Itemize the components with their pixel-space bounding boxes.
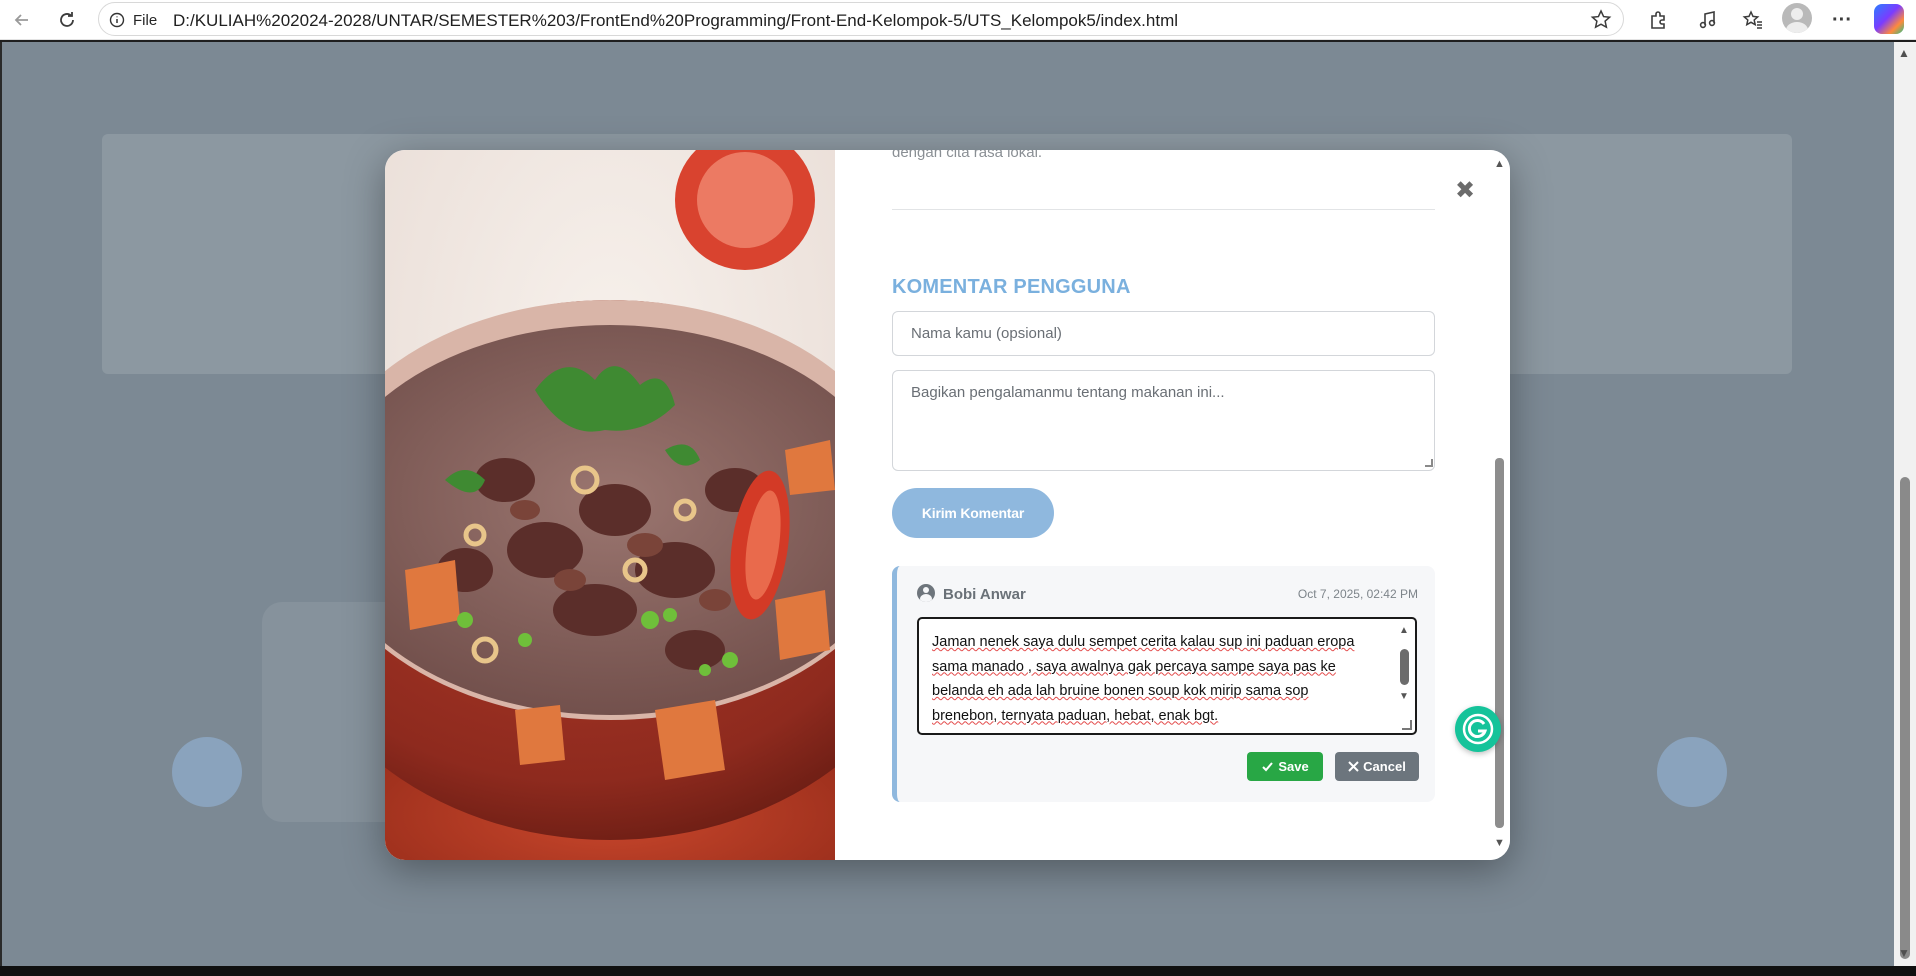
comment-card: Bobi Anwar Oct 7, 2025, 02:42 PM Jaman n… bbox=[892, 566, 1435, 802]
favorites-icon bbox=[1742, 10, 1762, 29]
x-icon bbox=[1348, 761, 1359, 772]
check-icon bbox=[1262, 762, 1274, 772]
info-icon bbox=[109, 12, 125, 28]
background-blob bbox=[172, 737, 242, 807]
grammarly-g-icon bbox=[1462, 713, 1494, 745]
url-text[interactable]: D:/KULIAH%202024-2028/UNTAR/SEMESTER%203… bbox=[173, 11, 1178, 31]
modal-scrollbar[interactable]: ▲ ▼ bbox=[1490, 150, 1510, 860]
food-detail-modal: dengan cita rasa lokal. ✖ KOMENTAR PENGG… bbox=[385, 150, 1510, 860]
comment-textarea[interactable] bbox=[892, 370, 1435, 471]
address-bar[interactable]: File D:/KULIAH%202024-2028/UNTAR/SEMESTE… bbox=[98, 2, 1624, 36]
media-button[interactable] bbox=[1692, 4, 1724, 36]
close-icon[interactable]: ✖ bbox=[1455, 179, 1475, 203]
cancel-label: Cancel bbox=[1363, 759, 1406, 774]
comment-edit-textarea[interactable]: Jaman nenek saya dulu sempet cerita kala… bbox=[917, 617, 1417, 735]
browser-toolbar: File D:/KULIAH%202024-2028/UNTAR/SEMESTE… bbox=[0, 0, 1916, 40]
file-label: File bbox=[133, 12, 158, 29]
user-circle-icon bbox=[917, 584, 935, 602]
modal-scroll-thumb[interactable] bbox=[1495, 458, 1504, 828]
scroll-up-icon[interactable]: ▲ bbox=[1494, 158, 1505, 170]
comment-edit-scroll-thumb[interactable] bbox=[1400, 649, 1409, 685]
comment-author: Bobi Anwar bbox=[943, 586, 1026, 603]
scroll-up-icon[interactable]: ▲ bbox=[1898, 46, 1910, 60]
comment-edit-text[interactable]: Jaman nenek saya dulu sempet cerita kala… bbox=[932, 630, 1392, 728]
section-title: KOMENTAR PENGGUNA bbox=[892, 276, 1131, 298]
comment-line: brenebon, ternyata paduan, hebat, enak b… bbox=[932, 707, 1219, 724]
scroll-down-icon[interactable]: ▼ bbox=[1494, 837, 1505, 849]
name-input[interactable] bbox=[892, 311, 1435, 356]
comment-line: belanda eh ada lah bruine bonen soup kok… bbox=[932, 683, 1309, 699]
profile-icon[interactable] bbox=[1782, 3, 1812, 33]
copilot-icon[interactable] bbox=[1874, 4, 1904, 34]
more-icon[interactable]: ··· bbox=[1826, 4, 1858, 36]
page-scroll-thumb[interactable] bbox=[1900, 477, 1910, 959]
favorites-button[interactable] bbox=[1737, 4, 1769, 36]
comment-edit-scrollbar[interactable]: ▲ ▼ bbox=[1399, 623, 1411, 705]
food-image bbox=[385, 150, 835, 860]
cancel-button[interactable]: Cancel bbox=[1335, 752, 1419, 781]
comment-resize-grip[interactable] bbox=[1402, 720, 1412, 730]
back-button[interactable] bbox=[6, 4, 38, 36]
save-label: Save bbox=[1278, 759, 1309, 774]
extensions-button[interactable] bbox=[1642, 4, 1674, 36]
scroll-down-icon[interactable]: ▼ bbox=[1898, 946, 1910, 960]
save-button[interactable]: Save bbox=[1247, 752, 1323, 781]
comment-line: sama manado , saya awalnya gak percaya s… bbox=[932, 658, 1336, 675]
back-icon bbox=[14, 14, 28, 26]
reload-button[interactable] bbox=[51, 4, 83, 36]
comment-line: Jaman nenek saya dulu sempet cerita kala… bbox=[932, 634, 1355, 650]
extensions-icon bbox=[1651, 11, 1665, 29]
soup-illustration bbox=[385, 150, 835, 860]
taskbar-edge bbox=[0, 966, 1916, 976]
grammarly-icon[interactable] bbox=[1455, 706, 1501, 752]
star-icon[interactable] bbox=[1589, 8, 1613, 32]
divider bbox=[892, 209, 1435, 210]
reload-icon bbox=[60, 12, 74, 27]
send-comment-button[interactable]: Kirim Komentar bbox=[892, 488, 1054, 538]
comment-date: Oct 7, 2025, 02:42 PM bbox=[1297, 587, 1418, 601]
music-icon bbox=[1699, 11, 1716, 29]
scroll-down-icon[interactable]: ▼ bbox=[1399, 691, 1409, 702]
textarea-resize-grip[interactable] bbox=[1425, 459, 1433, 467]
scroll-up-icon[interactable]: ▲ bbox=[1399, 625, 1409, 636]
description-tail: dengan cita rasa lokal. bbox=[892, 150, 1043, 161]
background-blob bbox=[1657, 737, 1727, 807]
page-scrollbar[interactable]: ▲ ▼ bbox=[1894, 42, 1916, 966]
